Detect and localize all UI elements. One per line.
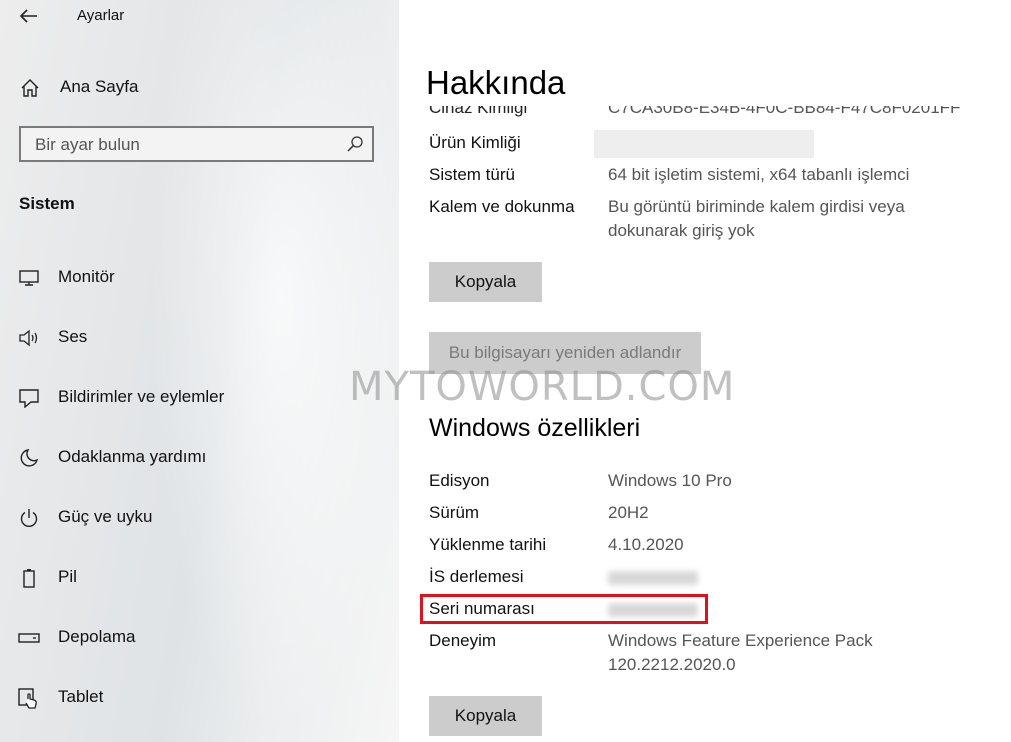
notifications-icon	[18, 387, 40, 409]
sidebar-section-title: Sistem	[19, 194, 75, 213]
sidebar-item-storage[interactable]: Depolama	[0, 617, 399, 657]
sidebar-item-label: Odaklanma yardımı	[58, 447, 207, 466]
tablet-icon	[18, 687, 40, 709]
spec-value: 20H2	[608, 503, 649, 522]
page-title: Hakkında	[426, 64, 586, 102]
copy-device-specs-button[interactable]: Kopyala	[429, 262, 542, 302]
speaker-icon	[18, 327, 40, 349]
sidebar-item-tablet[interactable]: Tablet	[0, 677, 399, 717]
spec-label: Edisyon	[429, 471, 490, 490]
home-icon	[20, 78, 40, 103]
spec-label: Sürüm	[429, 503, 480, 522]
sidebar: Ayarlar Ana Sayfa Sistem	[0, 0, 399, 742]
sidebar-item-label: Ses	[58, 327, 88, 346]
search-input[interactable]	[33, 128, 337, 162]
battery-icon	[18, 567, 40, 589]
back-button[interactable]	[14, 2, 44, 30]
sidebar-item-power-sleep[interactable]: Güç ve uyku	[0, 497, 399, 537]
sidebar-item-monitor[interactable]: Monitör	[0, 257, 399, 297]
window-title: Ayarlar	[77, 7, 125, 24]
sidebar-item-label: Bildirimler ve eylemler	[58, 387, 225, 406]
monitor-icon	[18, 267, 40, 289]
sidebar-item-label: Monitör	[58, 267, 115, 286]
back-arrow-icon	[20, 9, 37, 23]
spec-label: Deneyim	[429, 631, 497, 650]
serial-number-highlight	[420, 594, 708, 624]
watermark: MYTOWORLD.COM	[349, 364, 736, 410]
sidebar-item-label: Ana Sayfa	[60, 77, 139, 96]
sidebar-item-label: Depolama	[58, 627, 136, 646]
search-icon[interactable]	[346, 135, 364, 158]
spec-value: 4.10.2020	[608, 535, 684, 554]
spec-value: Windows Feature Experience Pack 120.2212…	[608, 631, 873, 674]
spec-label: Sistem türü	[429, 165, 515, 184]
sidebar-item-label: Tablet	[58, 687, 104, 706]
settings-window: Ayarlar Ana Sayfa Sistem	[0, 0, 1011, 742]
sidebar-item-battery[interactable]: Pil	[0, 557, 399, 597]
sidebar-item-notifications[interactable]: Bildirimler ve eylemler	[0, 377, 399, 417]
storage-icon	[18, 627, 40, 649]
sidebar-item-label: Güç ve uyku	[58, 507, 153, 526]
spec-label: Ürün Kimliği	[429, 133, 521, 152]
sidebar-item-label: Pil	[58, 567, 77, 586]
spec-label: Kalem ve dokunma	[429, 197, 575, 216]
copy-windows-specs-button[interactable]: Kopyala	[429, 696, 542, 736]
moon-icon	[18, 447, 40, 469]
sidebar-item-home[interactable]: Ana Sayfa	[0, 70, 399, 106]
power-icon	[18, 507, 40, 529]
spec-value: Bu görüntü biriminde kalem girdisi veya …	[608, 197, 905, 240]
spec-value: 64 bit işletim sistemi, x64 tabanlı işle…	[608, 165, 910, 184]
sidebar-item-sound[interactable]: Ses	[0, 317, 399, 357]
spec-value: Windows 10 Pro	[608, 471, 732, 490]
sidebar-item-focus-assist[interactable]: Odaklanma yardımı	[0, 437, 399, 477]
spec-label: Yüklenme tarihi	[429, 535, 547, 554]
windows-specs-title: Windows özellikleri	[429, 414, 641, 442]
redacted-value	[608, 571, 698, 585]
redacted-value	[594, 130, 814, 158]
search-box[interactable]	[19, 126, 374, 162]
spec-label: İS derlemesi	[429, 567, 524, 586]
